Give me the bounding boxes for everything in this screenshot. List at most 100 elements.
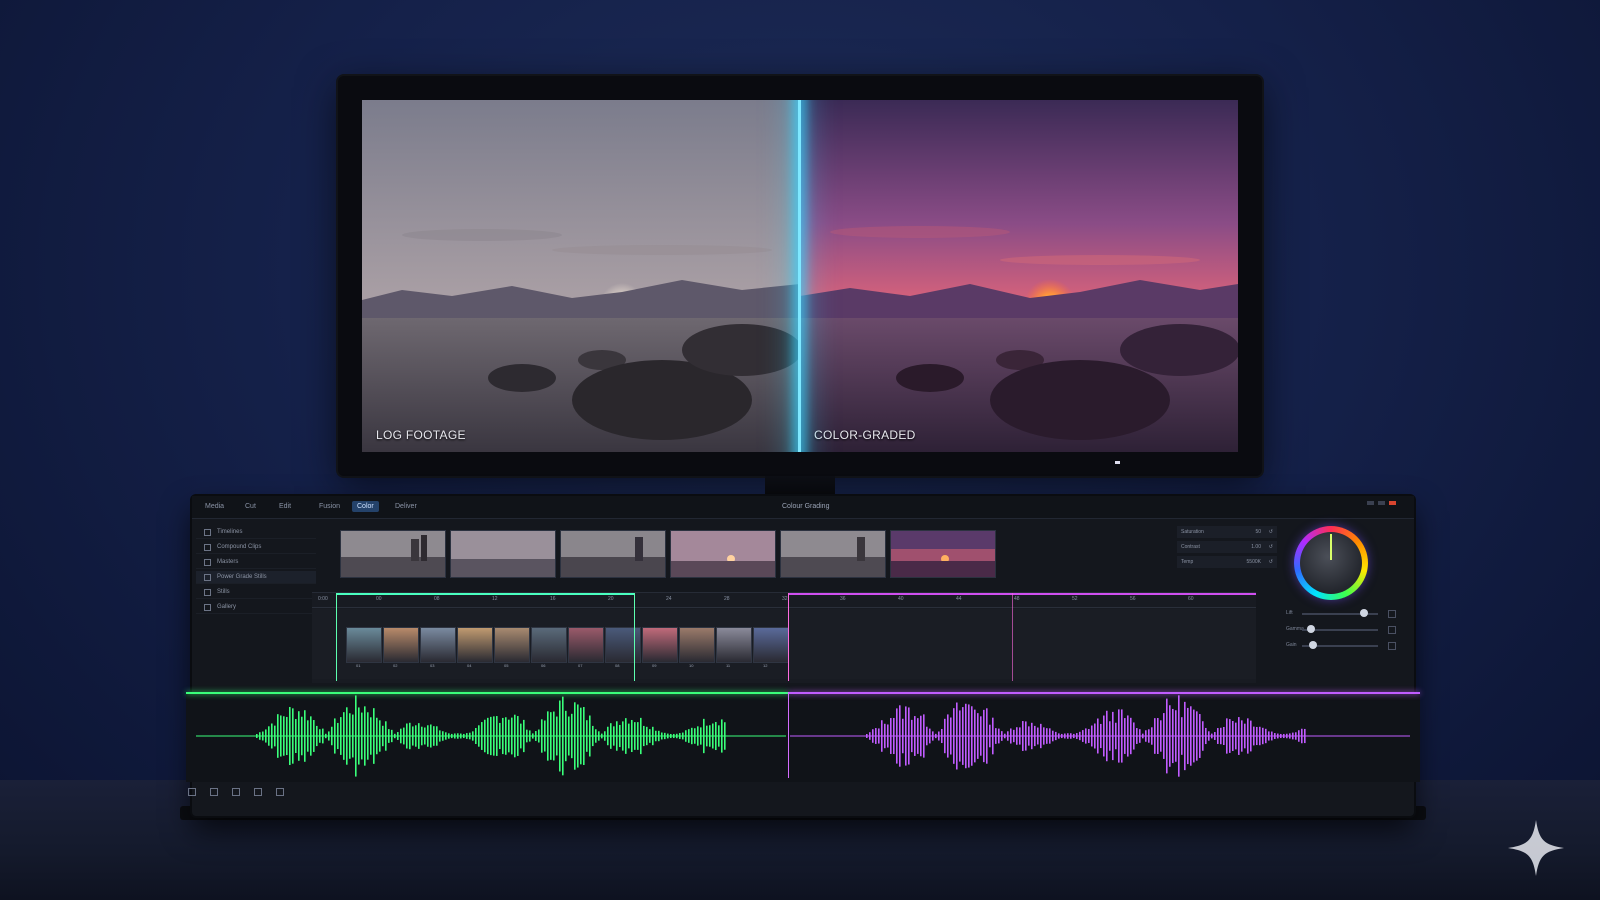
timeline-clip[interactable] [605, 627, 641, 663]
gallery-thumbnail[interactable] [450, 530, 556, 578]
ruler-tick: 60 [1188, 596, 1194, 602]
playhead[interactable] [788, 593, 789, 681]
gallery-thumbnail[interactable] [780, 530, 886, 578]
waveform-bar [1046, 728, 1048, 744]
minimize-icon[interactable] [1367, 501, 1374, 505]
rewind-icon[interactable] [210, 788, 218, 796]
waveform-bar [890, 718, 892, 754]
sidebar-item-stills[interactable]: Stills [196, 586, 316, 599]
timeline-clip[interactable] [346, 627, 382, 663]
close-icon[interactable] [1389, 501, 1396, 505]
reset-icon[interactable]: ↺ [1269, 559, 1273, 565]
menu-fusion[interactable]: Fusion [314, 501, 345, 512]
waveform-bar [541, 719, 543, 753]
slider-knob[interactable] [1309, 641, 1318, 649]
timeline-clip[interactable] [716, 627, 752, 663]
contrast-row[interactable]: Contrast 1.00 ↺ [1177, 541, 1277, 553]
comparison-viewer[interactable]: LOG FOOTAGE COLOR-GRADED [362, 100, 1238, 452]
sidebar-item-label: Gallery [217, 604, 237, 610]
waveform-bar [331, 726, 333, 746]
param-value[interactable]: 5500K [1247, 559, 1261, 565]
monitor-stand [765, 476, 835, 498]
keyframe-icon[interactable] [1388, 642, 1396, 650]
in-point-marker[interactable] [336, 593, 337, 681]
maximize-icon[interactable] [1378, 501, 1385, 505]
timeline-clip[interactable] [642, 627, 678, 663]
waveform-bar [1010, 728, 1012, 744]
timeline-clip[interactable] [568, 627, 604, 663]
timeline-clip[interactable] [420, 627, 456, 663]
timeline[interactable]: 0:00 00 08 12 16 20 24 28 32 36 40 44 48 52 56 60 01 02 0… [312, 592, 1256, 683]
gallery-thumbnail[interactable] [340, 530, 446, 578]
reset-icon[interactable]: ↺ [1269, 529, 1273, 535]
menu-media[interactable]: Media [200, 501, 229, 512]
menu-edit[interactable]: Edit [274, 501, 296, 512]
waveform-bar [968, 704, 970, 768]
waveform-bar [1073, 733, 1075, 739]
gallery-thumbnail[interactable] [560, 530, 666, 578]
out-point-marker[interactable] [1012, 593, 1013, 681]
color-wheel[interactable] [1294, 526, 1368, 600]
waveform-playhead[interactable] [788, 692, 789, 778]
play-icon[interactable] [254, 788, 262, 796]
waveform-bar [893, 717, 895, 755]
waveform-bar [619, 724, 621, 748]
waveform-bar [532, 733, 534, 739]
slider-gamma[interactable]: Gamma [1282, 622, 1400, 638]
waveform-bar [298, 711, 300, 761]
menu-cut[interactable]: Cut [240, 501, 261, 512]
reset-icon[interactable]: ↺ [1269, 544, 1273, 550]
color-wheel-pointer[interactable] [1330, 534, 1332, 560]
timeline-clip[interactable] [494, 627, 530, 663]
waveform-bar [274, 725, 276, 747]
skip-forward-icon[interactable] [276, 788, 284, 796]
keyframe-icon[interactable] [1388, 626, 1396, 634]
split-wipe-handle[interactable] [798, 100, 801, 452]
sidebar-item-label: Masters [217, 559, 239, 565]
timeline-clip[interactable] [531, 627, 567, 663]
sidebar-item-masters[interactable]: Masters [196, 556, 316, 569]
param-value[interactable]: 1.00 [1251, 544, 1261, 550]
waveform-bar [869, 732, 871, 740]
sidebar-item-compound[interactable]: Compound Clips [196, 541, 316, 554]
waveform-bar [523, 719, 525, 753]
waveform-bar [571, 713, 573, 759]
mark-marker[interactable] [634, 593, 635, 681]
waveform-bar [721, 719, 723, 753]
saturation-row[interactable]: Saturation 50 ↺ [1177, 526, 1277, 538]
waveform-bar [562, 696, 564, 776]
timeline-clip[interactable] [679, 627, 715, 663]
slider-gain[interactable]: Gain [1282, 638, 1400, 654]
folder-icon [204, 558, 211, 566]
audio-waveform[interactable] [186, 692, 1420, 782]
waveform-bar [610, 723, 612, 749]
slider-knob[interactable] [1307, 625, 1316, 633]
timeline-clip[interactable] [457, 627, 493, 663]
keyframe-icon[interactable] [1388, 610, 1396, 618]
param-value[interactable]: 50 [1255, 529, 1261, 535]
skip-back-icon[interactable] [188, 788, 196, 796]
timeline-ruler[interactable]: 0:00 00 08 12 16 20 24 28 32 36 40 44 48 52 56 60 [312, 593, 1256, 608]
waveform-bar [589, 715, 591, 757]
slider-lift[interactable]: Lift [1282, 606, 1400, 622]
menu-color[interactable]: Color [352, 501, 379, 512]
sidebar-item-timelines[interactable]: Timelines [196, 526, 316, 539]
waveform-bar [283, 716, 285, 756]
waveform-bar [1262, 727, 1264, 745]
waveform-bar [986, 708, 988, 764]
sidebar-item-power-grade[interactable]: Power Grade Stills [196, 571, 316, 584]
stop-icon[interactable] [232, 788, 240, 796]
waveform-bar [472, 731, 474, 741]
gallery-thumbnail[interactable] [670, 530, 776, 578]
sidebar-item-gallery[interactable]: Gallery [196, 601, 316, 614]
menu-deliver[interactable]: Deliver [390, 501, 422, 512]
waveform-bar [1088, 729, 1090, 743]
gallery-thumbnail[interactable] [890, 530, 996, 578]
timeline-clip[interactable] [753, 627, 789, 663]
slider-knob[interactable] [1360, 609, 1369, 617]
timeline-clip[interactable] [383, 627, 419, 663]
temperature-row[interactable]: Temp 5500K ↺ [1177, 556, 1277, 568]
waveform-bar [385, 721, 387, 751]
waveform-bar [1085, 728, 1087, 744]
waveform-bar [526, 729, 528, 743]
